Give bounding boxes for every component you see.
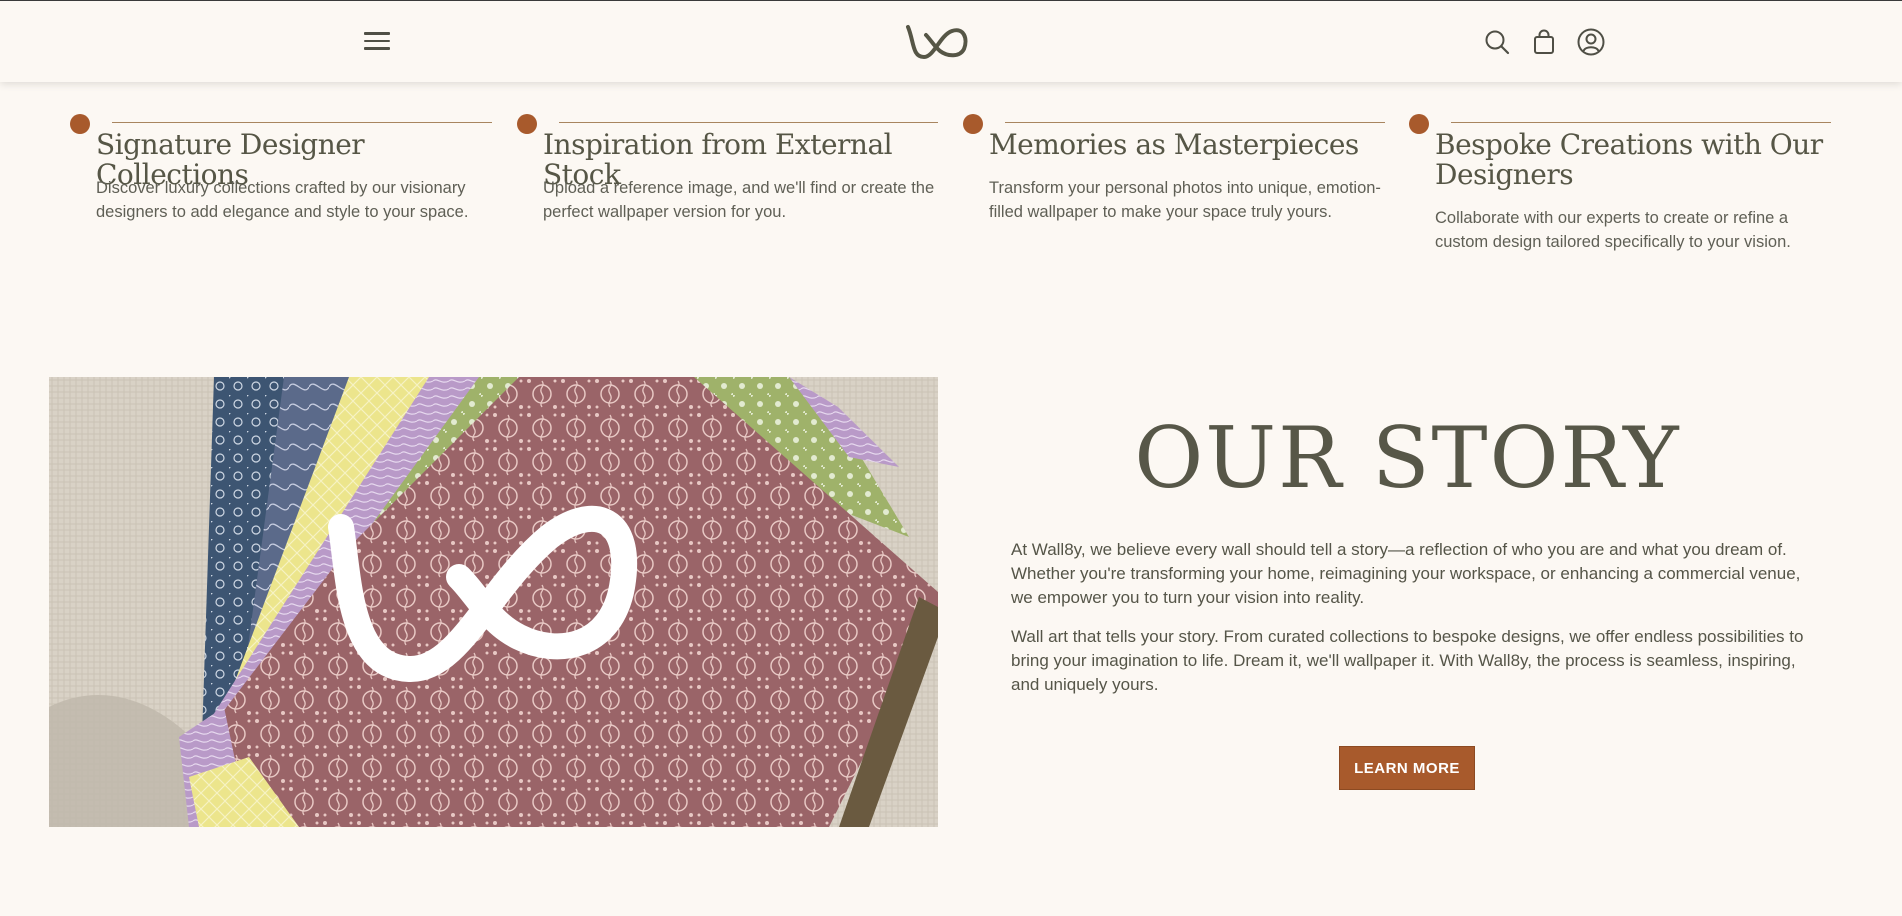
learn-more-button[interactable]: LEARN MORE xyxy=(1339,746,1475,790)
step-divider xyxy=(1005,122,1385,123)
site-header xyxy=(0,0,1902,82)
step-divider xyxy=(1451,122,1831,123)
step-dot xyxy=(963,114,983,134)
feature-description: Discover luxury collections crafted by o… xyxy=(96,179,469,221)
wallpaper-samples-image xyxy=(49,377,938,827)
step-dot xyxy=(1409,114,1429,134)
shopping-bag-icon[interactable] xyxy=(1529,27,1559,57)
search-icon[interactable] xyxy=(1482,27,1512,57)
step-divider xyxy=(112,122,492,123)
logo-icon[interactable] xyxy=(904,21,970,61)
feature-description: Collaborate with our experts to create o… xyxy=(1435,209,1791,251)
step-dot xyxy=(70,114,90,134)
step-divider xyxy=(559,122,938,123)
feature-title: Bespoke Creations with Our Designers xyxy=(1435,128,1823,191)
story-heading: OUR STORY xyxy=(1134,409,1681,507)
story-paragraph-2: Wall art that tells your story. From cur… xyxy=(1011,627,1804,694)
feature-description: Transform your personal photos into uniq… xyxy=(989,179,1381,221)
feature-description: Upload a reference image, and we'll find… xyxy=(543,179,935,221)
story-paragraph-1: At Wall8y, we believe every wall should … xyxy=(1011,540,1801,607)
hamburger-menu-icon[interactable] xyxy=(364,29,390,53)
feature-title: Memories as Masterpieces xyxy=(989,128,1359,161)
user-account-icon[interactable] xyxy=(1576,27,1606,57)
step-dot xyxy=(517,114,537,134)
